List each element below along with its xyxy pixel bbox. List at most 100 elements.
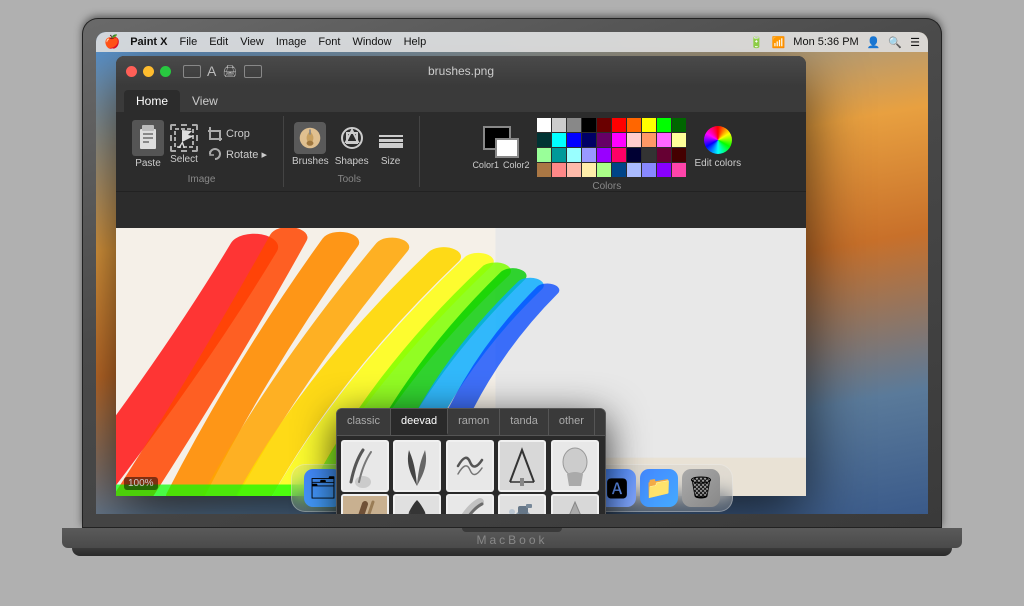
menu-file[interactable]: File bbox=[179, 36, 197, 48]
menu-edit[interactable]: Edit bbox=[209, 36, 228, 48]
color-swatch-cell[interactable] bbox=[672, 133, 686, 147]
color-swatch-cell[interactable] bbox=[627, 163, 641, 177]
paste-button[interactable]: Paste bbox=[132, 120, 164, 169]
color-swatch-cell[interactable] bbox=[552, 118, 566, 132]
color-swatch-cell[interactable] bbox=[672, 118, 686, 132]
ribbon-group-image: Paste bbox=[124, 116, 284, 187]
brush-tab-tanda[interactable]: tanda bbox=[500, 409, 549, 435]
color-swatch-cell[interactable] bbox=[597, 118, 611, 132]
rotate-button[interactable]: Rotate ▸ bbox=[204, 145, 271, 163]
menu-bar: 🍎 Paint X File Edit View Image Font Wind… bbox=[96, 32, 928, 52]
color-swatch-cell[interactable] bbox=[657, 118, 671, 132]
brush-cell-9[interactable] bbox=[498, 494, 546, 514]
brush-tab-other[interactable]: other bbox=[549, 409, 595, 435]
maximize-button[interactable] bbox=[160, 66, 171, 77]
window-icon-2[interactable] bbox=[244, 65, 262, 78]
color-swatch-cell[interactable] bbox=[567, 148, 581, 162]
brush-cell-1[interactable] bbox=[341, 440, 389, 492]
traffic-lights bbox=[126, 66, 171, 77]
rotate-label: Rotate ▸ bbox=[226, 148, 267, 161]
color-swatch-cell[interactable] bbox=[582, 163, 596, 177]
brush-cell-3[interactable] bbox=[446, 440, 494, 492]
color-swatch-cell[interactable] bbox=[597, 163, 611, 177]
color-swatch-cell[interactable] bbox=[612, 148, 626, 162]
dock-trash[interactable]: 🗑 bbox=[682, 469, 720, 507]
color-swatch-cell[interactable] bbox=[642, 163, 656, 177]
menu-help[interactable]: Help bbox=[404, 36, 427, 48]
color-swatch-cell[interactable] bbox=[642, 118, 656, 132]
edit-colors-button[interactable]: Edit colors bbox=[694, 158, 741, 170]
minimize-button[interactable] bbox=[143, 66, 154, 77]
menu-icon[interactable]: ☰ bbox=[910, 36, 920, 49]
color-swatch-cell[interactable] bbox=[627, 118, 641, 132]
dock-files[interactable]: 📁 bbox=[640, 469, 678, 507]
crop-rotate-group: Crop Rotate ▸ bbox=[204, 125, 271, 163]
search-icon[interactable]: 🔍 bbox=[888, 36, 902, 49]
menu-view[interactable]: View bbox=[240, 36, 264, 48]
brush-cell-8[interactable] bbox=[446, 494, 494, 514]
color-swatch-cell[interactable] bbox=[657, 163, 671, 177]
color2-swatch[interactable] bbox=[495, 138, 519, 158]
brush-cell-4[interactable] bbox=[498, 440, 546, 492]
size-button[interactable]: Size bbox=[375, 122, 407, 167]
brush-cell-7[interactable] bbox=[393, 494, 441, 514]
ribbon-group-image-items: Paste bbox=[132, 118, 271, 170]
tab-view[interactable]: View bbox=[180, 90, 230, 112]
crop-button[interactable]: Crop bbox=[204, 125, 271, 143]
color-swatch-cell[interactable] bbox=[552, 133, 566, 147]
brush-tab-deevad[interactable]: deevad bbox=[391, 409, 448, 435]
apple-menu[interactable]: 🍎 bbox=[104, 34, 120, 50]
menu-paint-x[interactable]: Paint X bbox=[130, 36, 167, 48]
font-icon[interactable]: A bbox=[207, 63, 216, 79]
shapes-button[interactable]: Shapes bbox=[335, 122, 369, 167]
color-swatch-cell[interactable] bbox=[627, 133, 641, 147]
window-title: brushes.png bbox=[428, 64, 494, 78]
color-swatch-cell[interactable] bbox=[642, 133, 656, 147]
menu-font[interactable]: Font bbox=[318, 36, 340, 48]
color-swatch-cell[interactable] bbox=[537, 148, 551, 162]
color-swatch-cell[interactable] bbox=[567, 133, 581, 147]
color-swatch-cell[interactable] bbox=[612, 133, 626, 147]
color-swatch-cell[interactable] bbox=[582, 118, 596, 132]
brush-cell-5[interactable] bbox=[551, 440, 599, 492]
select-button[interactable]: Select bbox=[170, 124, 198, 165]
brush-tab-classic[interactable]: classic bbox=[337, 409, 391, 435]
color-swatch-cell[interactable] bbox=[672, 163, 686, 177]
color-swatch-cell[interactable] bbox=[567, 163, 581, 177]
brush-cell-6[interactable] bbox=[341, 494, 389, 514]
size-label: Size bbox=[381, 156, 400, 167]
color-swatch-cell[interactable] bbox=[582, 148, 596, 162]
menu-image[interactable]: Image bbox=[276, 36, 307, 48]
tab-home[interactable]: Home bbox=[124, 90, 180, 112]
colors-group-items: Color1 Color2 bbox=[472, 118, 741, 177]
color-swatch-cell[interactable] bbox=[552, 163, 566, 177]
color-swatch-cell[interactable] bbox=[597, 148, 611, 162]
color-swatch-cell[interactable] bbox=[582, 133, 596, 147]
tools-group-items: Brushes bbox=[292, 118, 407, 170]
brush-tab-ramon[interactable]: ramon bbox=[448, 409, 500, 435]
color-swatch-cell[interactable] bbox=[537, 118, 551, 132]
color-swatch-cell[interactable] bbox=[612, 118, 626, 132]
menu-bar-items: Paint X File Edit View Image Font Window… bbox=[130, 36, 426, 48]
color-swatch-cell[interactable] bbox=[552, 148, 566, 162]
color-swatch-cell[interactable] bbox=[657, 148, 671, 162]
window-icon-1[interactable] bbox=[183, 65, 201, 78]
laptop-brand: MacBook bbox=[476, 533, 547, 547]
color-wheel[interactable] bbox=[704, 126, 732, 154]
color-swatch-cell[interactable] bbox=[567, 118, 581, 132]
color-swatch-cell[interactable] bbox=[627, 148, 641, 162]
menu-window[interactable]: Window bbox=[352, 36, 391, 48]
color-swatch-cell[interactable] bbox=[642, 148, 656, 162]
menu-bar-right: 🔋 📶 Mon 5:36 PM 👤 🔍 ☰ bbox=[750, 36, 920, 49]
color-swatch-cell[interactable] bbox=[597, 133, 611, 147]
color-swatch-cell[interactable] bbox=[612, 163, 626, 177]
brush-cell-2[interactable] bbox=[393, 440, 441, 492]
color-swatch-cell[interactable] bbox=[657, 133, 671, 147]
close-button[interactable] bbox=[126, 66, 137, 77]
brushes-button[interactable]: Brushes bbox=[292, 122, 329, 167]
color-swatch-cell[interactable] bbox=[537, 163, 551, 177]
brush-cell-10[interactable] bbox=[551, 494, 599, 514]
print-icon[interactable]: 🖨 bbox=[222, 64, 237, 78]
color-swatch-cell[interactable] bbox=[672, 148, 686, 162]
color-swatch-cell[interactable] bbox=[537, 133, 551, 147]
